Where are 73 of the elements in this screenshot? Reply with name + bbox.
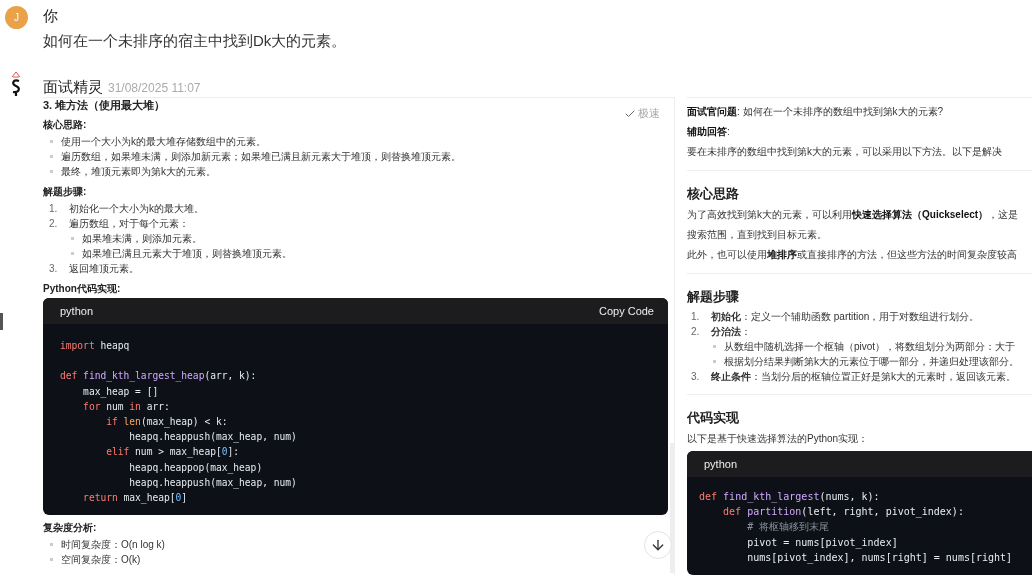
step-number: 2. (49, 217, 59, 231)
step-text: 初始化一个大小为k的最大堆。 (69, 202, 204, 216)
code-line: if len(max_heap) < k: (105, 415, 229, 430)
code-language: python (60, 305, 94, 317)
paragraph: 要在未排序的数组中找到第k大的元素，可以采用以下方法。以下是解决 (687, 145, 1003, 159)
paragraph: 搜索范围，直到找到目标元素。 (687, 228, 828, 242)
paragraph: 此外，也可以使用堆排序或直接排序的方法，但这些方法的时间复杂度较高 (687, 248, 1018, 262)
code-line: nums[pivot_index], nums[right] = nums[right] (746, 550, 1014, 565)
step-text: 初始化：定义一个辅助函数 partition，用于对数组进行划分。 (711, 310, 980, 324)
author-name: 你 (43, 6, 59, 26)
bullet-text: 空间复杂度：O(k) (61, 553, 141, 568)
section-label: 复杂度分析: (43, 521, 98, 536)
bullet-icon (713, 345, 716, 348)
code-line: def find_kth_largest(nums, k): (699, 490, 881, 505)
step-text: 终止条件：当划分后的枢轴位置正好是第k大的元素时，返回该元素。 (711, 370, 1016, 384)
code-line: pivot = nums[pivot_index] (746, 535, 899, 550)
bullet-icon (50, 140, 53, 143)
bullet-icon (50, 170, 53, 173)
paragraph: 以下是基于快速选择算法的Python实现： (687, 432, 870, 446)
step-text: 分治法： (711, 325, 751, 339)
arrow-down-icon (650, 537, 666, 553)
bullet-icon (50, 155, 53, 158)
code-line: max_heap = [] (82, 384, 160, 399)
bullet-icon (50, 543, 53, 547)
code-line: return max_heap[0] (82, 491, 189, 506)
step-text: 遍历数组，对于每个元素： (69, 217, 189, 231)
code-line: # 将枢轴移到末尾 (746, 520, 831, 535)
bullet-text: 从数组中随机选择一个枢轴（pivot），将数组划分为两部分：大于 (724, 340, 1016, 354)
bullet-icon (71, 237, 74, 240)
resize-handle[interactable] (0, 313, 3, 330)
code-line: def find_kth_largest_heap(arr, k): (60, 369, 258, 384)
section-heading: 解题步骤 (687, 288, 740, 306)
step-number: 3. (691, 370, 701, 384)
s-logo-icon (9, 71, 23, 97)
code-line: heapq.heappop(max_heap) (128, 460, 264, 475)
code-line: heapq.heappush(max_heap, num) (128, 430, 298, 445)
code-line: elif num > max_heap[0]: (105, 445, 241, 460)
bullet-text: 时间复杂度：O(n log k) (61, 538, 165, 553)
step-number: 3. (49, 262, 59, 276)
copy-code-button[interactable]: Copy Code (594, 303, 658, 319)
bot-name: 面试精灵 (43, 78, 103, 96)
step-number: 1. (691, 310, 701, 324)
section-heading: 核心思路 (687, 185, 740, 203)
user-avatar: J (5, 6, 28, 29)
code-line: def partition(left, right, pivot_index): (722, 505, 965, 520)
step-number: 2. (691, 325, 701, 339)
code-language: python (704, 458, 738, 470)
bullet-icon (713, 360, 716, 363)
user-message: 如何在一个未排序的宿主中找到Dk大的元素。 (43, 31, 347, 51)
section-label: Python代码实现: (43, 282, 122, 296)
code-line: import heapq (60, 339, 131, 353)
section-label: 解题步骤: (43, 185, 88, 199)
code-line: for num in arr: (82, 399, 171, 414)
bullet-text: 根据划分结果判断第k大的元素位于哪一部分，并递归处理该部分。 (724, 355, 1019, 369)
paragraph: 辅助回答: (687, 125, 731, 139)
step-number: 1. (49, 202, 59, 216)
paragraph: 面试官问题: 如何在一个未排序的数组中找到第k大的元素? (687, 105, 945, 119)
bullet-text: 如果堆未满，则添加元素。 (82, 232, 202, 246)
bullet-text: 如果堆已满且元素大于堆顶，则替换堆顶元素。 (82, 247, 292, 261)
section-label: 核心思路: (43, 118, 88, 132)
bullet-icon (50, 558, 53, 562)
paragraph: 为了高效找到第k大的元素，可以利用快速选择算法（Quickselect），这是 (687, 208, 1020, 222)
scroll-down-button[interactable] (644, 531, 672, 559)
message-timestamp: 31/08/2025 11:07 (108, 80, 201, 97)
bullet-icon (71, 252, 74, 255)
bullet-text: 遍历数组，如果堆未满，则添加新元素；如果堆已满且新元素大于堆顶，则替换堆顶元素。 (61, 150, 461, 164)
answer-heading: 3. 堆方法（使用最大堆） (43, 98, 167, 112)
code-line: heapq.heappush(max_heap, num) (128, 475, 298, 490)
step-text: 返回堆顶元素。 (69, 262, 139, 276)
section-heading: 代码实现 (687, 409, 740, 427)
bullet-text: 最终，堆顶元素即为第k大的元素。 (61, 165, 216, 179)
bullet-text: 使用一个大小为k的最大堆存储数组中的元素。 (61, 135, 266, 149)
speed-label: 极速 (638, 106, 660, 121)
